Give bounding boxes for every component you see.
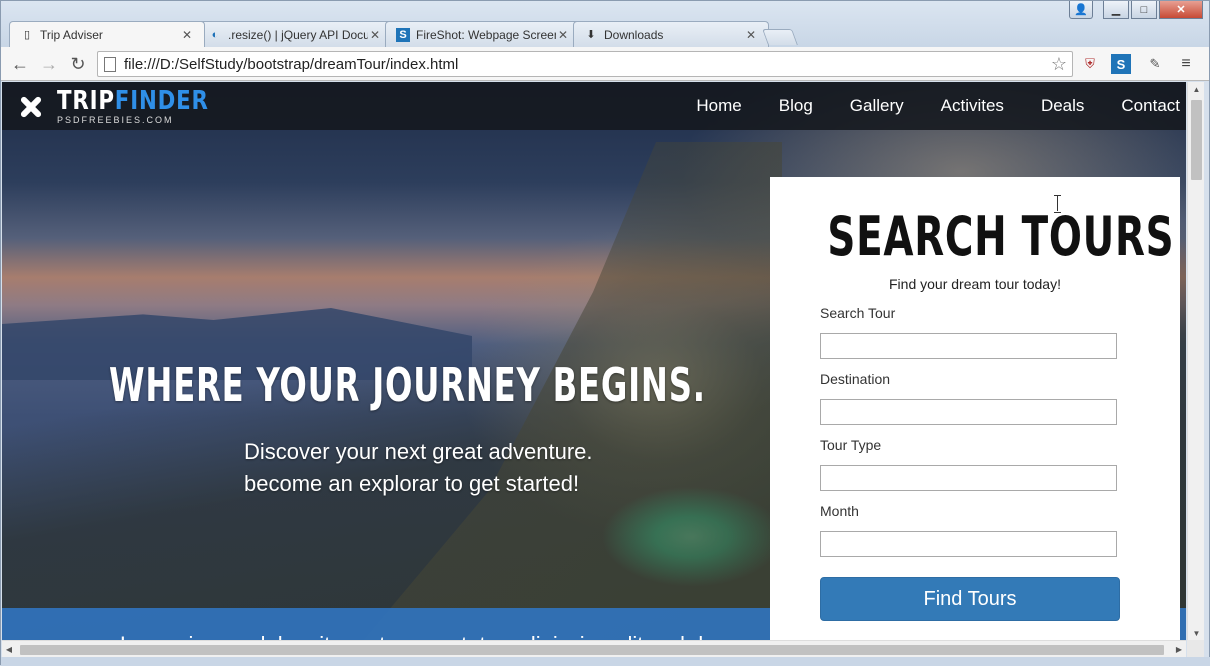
logo-title-finder: FINDER xyxy=(114,86,209,116)
browser-window: 👤 ▁ □ ✕ ▯ Trip Adviser ✕ ◐ .resize() | j… xyxy=(0,0,1210,666)
minimize-button[interactable]: ▁ xyxy=(1103,1,1129,19)
menu-item-home[interactable]: Home xyxy=(696,96,741,116)
scroll-left-arrow-icon[interactable]: ◀ xyxy=(2,641,16,658)
tab-title: Downloads xyxy=(604,27,664,42)
title-bar: 👤 ▁ □ ✕ ▯ Trip Adviser ✕ ◐ .resize() | j… xyxy=(1,1,1209,47)
month-label: Month xyxy=(820,503,859,519)
menu-item-contact[interactable]: Contact xyxy=(1121,96,1180,116)
scrollbar-corner xyxy=(1187,640,1204,657)
close-window-button[interactable]: ✕ xyxy=(1159,1,1203,19)
vertical-scroll-thumb[interactable] xyxy=(1191,100,1202,180)
site-navbar: TRIPFINDER PSDFREEBIES.COM Home Blog Gal… xyxy=(2,82,1186,130)
destination-label: Destination xyxy=(820,371,891,387)
tour-type-input[interactable] xyxy=(820,465,1117,491)
page-icon xyxy=(104,56,116,72)
panel-title: SEARCH TOURS xyxy=(827,205,1175,268)
scroll-right-arrow-icon[interactable]: ▶ xyxy=(1172,641,1186,658)
month-input[interactable] xyxy=(820,531,1117,557)
browser-toolbar: ← → ↻ file:///D:/SelfStudy/bootstrap/dre… xyxy=(1,47,1209,81)
tab-trip-adviser[interactable]: ▯ Trip Adviser ✕ xyxy=(9,21,205,47)
fireshot-icon: S xyxy=(396,27,410,42)
search-tour-input[interactable] xyxy=(820,333,1117,359)
logo-subtitle: PSDFREEBIES.COM xyxy=(57,115,174,125)
tab-fireshot[interactable]: S FireShot: Webpage Screen ✕ xyxy=(385,21,581,47)
vertical-scrollbar[interactable]: ▲ ▼ xyxy=(1187,82,1204,640)
back-arrow-icon[interactable]: ← xyxy=(9,53,31,75)
page-viewport: TRIPFINDER PSDFREEBIES.COM Home Blog Gal… xyxy=(2,82,1186,640)
url-text[interactable]: file:///D:/SelfStudy/bootstrap/dreamTour… xyxy=(124,56,1046,73)
hero-subtitle-line-1: Discover your next great adventure. xyxy=(244,439,593,464)
fireshot-extension-icon[interactable]: S xyxy=(1111,54,1131,74)
search-tours-panel: SEARCH TOURS Find your dream tour today!… xyxy=(770,177,1180,640)
jquery-icon: ◐ xyxy=(211,28,219,41)
tab-downloads[interactable]: ⬇ Downloads ✕ xyxy=(573,21,769,47)
logo-title-trip: TRIP xyxy=(57,86,115,116)
eyedropper-icon[interactable]: ✎ xyxy=(1145,54,1165,74)
tab-title: FireShot: Webpage Screen xyxy=(416,27,556,42)
search-tour-label: Search Tour xyxy=(820,305,896,321)
shield-extension-icon[interactable]: ⛨ xyxy=(1080,54,1100,74)
menu-icon[interactable]: ≡ xyxy=(1176,54,1196,74)
horizontal-scrollbar[interactable]: ◀ ▶ xyxy=(2,640,1186,657)
user-profile-icon[interactable]: 👤 xyxy=(1069,1,1093,19)
window-controls: 👤 ▁ □ ✕ xyxy=(1069,1,1203,19)
menu-item-deals[interactable]: Deals xyxy=(1041,96,1084,116)
find-tours-button[interactable]: Find Tours xyxy=(820,577,1120,621)
tab-title: Trip Adviser xyxy=(40,27,103,42)
scroll-down-arrow-icon[interactable]: ▼ xyxy=(1188,626,1205,640)
main-menu: Home Blog Gallery Activites Deals Contac… xyxy=(659,82,1180,130)
destination-input[interactable] xyxy=(820,399,1117,425)
new-tab-button[interactable] xyxy=(762,29,798,45)
tab-close-icon[interactable]: ✕ xyxy=(744,28,758,42)
text-cursor-icon xyxy=(1054,195,1062,213)
page-icon: ▯ xyxy=(23,29,31,41)
horizontal-scroll-thumb[interactable] xyxy=(20,645,1164,655)
menu-item-gallery[interactable]: Gallery xyxy=(850,96,904,116)
site-logo[interactable]: TRIPFINDER PSDFREEBIES.COM xyxy=(15,88,242,125)
menu-item-activites[interactable]: Activites xyxy=(941,96,1004,116)
hero-heading: WHERE YOUR JOURNEY BEGINS. xyxy=(109,358,706,412)
tour-type-label: Tour Type xyxy=(820,437,882,453)
tab-title: .resize() | jQuery API Docu xyxy=(228,27,368,42)
scroll-up-arrow-icon[interactable]: ▲ xyxy=(1188,82,1205,96)
tab-jquery-resize[interactable]: ◐ .resize() | jQuery API Docu ✕ xyxy=(197,21,393,47)
tab-close-icon[interactable]: ✕ xyxy=(556,28,570,42)
forward-arrow-icon[interactable]: → xyxy=(38,53,60,75)
tab-strip: ▯ Trip Adviser ✕ ◐ .resize() | jQuery AP… xyxy=(9,21,798,47)
reload-icon[interactable]: ↻ xyxy=(67,53,89,75)
download-icon: ⬇ xyxy=(586,29,596,41)
bookmark-star-icon[interactable]: ☆ xyxy=(1046,54,1072,75)
info-band-text: Lorem ipsum dolor sit amet consectetur a… xyxy=(120,632,716,640)
tab-close-icon[interactable]: ✕ xyxy=(180,28,194,42)
menu-item-blog[interactable]: Blog xyxy=(779,96,813,116)
hero-subtitle: Discover your next great adventure. beco… xyxy=(244,436,593,500)
hero-subtitle-line-2: become an explorar to get started! xyxy=(244,471,580,496)
maximize-button[interactable]: □ xyxy=(1131,1,1157,19)
logo-icon xyxy=(15,91,47,123)
panel-subtitle: Find your dream tour today! xyxy=(889,276,1061,292)
tab-close-icon[interactable]: ✕ xyxy=(368,28,382,42)
address-bar[interactable]: file:///D:/SelfStudy/bootstrap/dreamTour… xyxy=(97,51,1073,77)
